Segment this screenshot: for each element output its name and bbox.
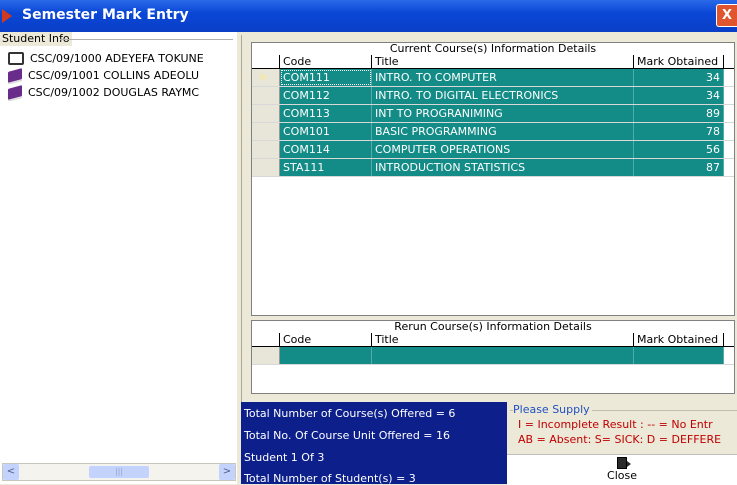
open-book-icon <box>8 52 24 65</box>
cell-code[interactable] <box>280 347 372 364</box>
cell-mark[interactable]: 78 <box>634 123 724 140</box>
column-header-code[interactable]: Code <box>280 55 372 68</box>
closed-book-icon <box>8 85 22 100</box>
row-selector[interactable] <box>252 347 280 364</box>
cell-title[interactable]: COMPUTER OPERATIONS <box>372 141 634 158</box>
row-selector-header <box>252 55 280 68</box>
cell-title[interactable]: INTRODUCTION STATISTICS <box>372 159 634 176</box>
title-bar: Semester Mark Entry X <box>0 0 737 32</box>
summary-panel: Total Number of Course(s) Offered = 6 To… <box>241 402 507 485</box>
row-selector[interactable] <box>252 105 280 122</box>
cell-mark[interactable]: 34 <box>634 87 724 104</box>
table-row[interactable]: COM111 INTRO. TO COMPUTER 34 <box>252 69 734 87</box>
window-title: Semester Mark Entry <box>22 7 189 23</box>
column-header-title[interactable]: Title <box>372 55 634 68</box>
please-supply-panel: Please Supply I = Incomplete Result : --… <box>507 402 737 454</box>
table-row[interactable]: COM101 BASIC PROGRAMMING 78 <box>252 123 734 141</box>
table-row[interactable]: COM112 INTRO. TO DIGITAL ELECTRONICS 34 <box>252 87 734 105</box>
scroll-right-button[interactable]: > <box>219 464 235 480</box>
student-item[interactable]: CSC/09/1002 DOUGLAS RAYMC <box>2 84 234 101</box>
supply-legend: Please Supply <box>513 403 592 416</box>
cell-code[interactable]: COM112 <box>280 87 372 104</box>
rerun-courses-header: Code Title Mark Obtained <box>252 333 734 347</box>
student-label: CSC/09/1002 DOUGLAS RAYMC <box>28 86 200 99</box>
cell-code[interactable]: COM111 <box>280 69 372 86</box>
table-row[interactable]: STA111 INTRODUCTION STATISTICS 87 <box>252 159 734 177</box>
current-courses-caption: Current Course(s) Information Details <box>389 42 597 55</box>
supply-line-2: AB = Absent: S= SICK: D = DEFFERE <box>518 433 722 446</box>
closed-book-icon <box>8 68 22 83</box>
cell-code[interactable]: COM114 <box>280 141 372 158</box>
table-row[interactable]: COM113 INT TO PROGRANIMING 89 <box>252 105 734 123</box>
window-close-button[interactable]: X <box>716 4 737 27</box>
supply-line-1: I = Incomplete Result : -- = No Entr <box>518 418 713 431</box>
cell-code[interactable]: COM101 <box>280 123 372 140</box>
student-item[interactable]: CSC/09/1001 COLLINS ADEOLU <box>2 67 234 84</box>
cell-code[interactable]: STA111 <box>280 159 372 176</box>
close-button-label: Close <box>607 469 637 482</box>
column-header-mark[interactable]: Mark Obtained <box>634 333 724 346</box>
horizontal-scrollbar[interactable]: < ||| > <box>2 463 236 481</box>
cell-title[interactable]: INTRO. TO COMPUTER <box>372 69 634 86</box>
row-selector[interactable] <box>252 159 280 176</box>
cell-title[interactable]: BASIC PROGRAMMING <box>372 123 634 140</box>
current-courses-header: Code Title Mark Obtained <box>252 55 734 69</box>
current-courses-grid[interactable]: Current Course(s) Information Details Co… <box>251 42 735 316</box>
cell-title[interactable]: INTRO. TO DIGITAL ELECTRONICS <box>372 87 634 104</box>
courses-offered-text: Total Number of Course(s) Offered = 6 <box>244 407 456 420</box>
total-students-text: Total Number of Student(s) = 3 <box>244 472 416 485</box>
cell-mark[interactable]: 34 <box>634 69 724 86</box>
course-details-frame: Current Course(s) Information Details Co… <box>241 35 737 402</box>
student-info-panel: Student Info CSC/09/1000 ADEYEFA TOKUNE … <box>0 32 237 484</box>
rerun-courses-rows <box>252 347 734 365</box>
table-row[interactable]: COM114 COMPUTER OPERATIONS 56 <box>252 141 734 159</box>
student-label: CSC/09/1001 COLLINS ADEOLU <box>28 69 200 82</box>
current-courses-rows: COM111 INTRO. TO COMPUTER 34 COM112 INTR… <box>252 69 734 177</box>
app-logo-icon <box>2 9 12 23</box>
legend-divider <box>60 39 233 40</box>
student-position-text: Student 1 Of 3 <box>244 451 325 464</box>
scroll-thumb[interactable]: ||| <box>89 466 149 478</box>
cell-title[interactable]: INT TO PROGRANIMING <box>372 105 634 122</box>
student-tree: CSC/09/1000 ADEYEFA TOKUNE CSC/09/1001 C… <box>2 50 234 101</box>
table-row[interactable] <box>252 347 734 365</box>
cell-mark[interactable]: 87 <box>634 159 724 176</box>
row-selector[interactable] <box>252 87 280 104</box>
row-selector[interactable] <box>252 141 280 158</box>
column-header-mark[interactable]: Mark Obtained <box>634 55 724 68</box>
rerun-courses-caption: Rerun Course(s) Information Details <box>394 320 592 333</box>
exit-door-icon <box>617 457 631 469</box>
close-button[interactable]: Close <box>507 454 737 485</box>
cell-mark[interactable] <box>634 347 724 364</box>
cell-code[interactable]: COM113 <box>280 105 372 122</box>
cell-mark[interactable]: 89 <box>634 105 724 122</box>
column-header-code[interactable]: Code <box>280 333 372 346</box>
row-selector[interactable] <box>252 69 280 86</box>
rerun-courses-grid[interactable]: Rerun Course(s) Information Details Code… <box>251 320 735 394</box>
student-item[interactable]: CSC/09/1000 ADEYEFA TOKUNE <box>2 50 234 67</box>
cell-title[interactable] <box>372 347 634 364</box>
units-offered-text: Total No. Of Course Unit Offered = 16 <box>244 429 451 442</box>
row-selector-header <box>252 333 280 346</box>
column-header-title[interactable]: Title <box>372 333 634 346</box>
scroll-left-button[interactable]: < <box>3 464 19 480</box>
student-label: CSC/09/1000 ADEYEFA TOKUNE <box>30 52 204 65</box>
cell-mark[interactable]: 56 <box>634 141 724 158</box>
row-selector[interactable] <box>252 123 280 140</box>
